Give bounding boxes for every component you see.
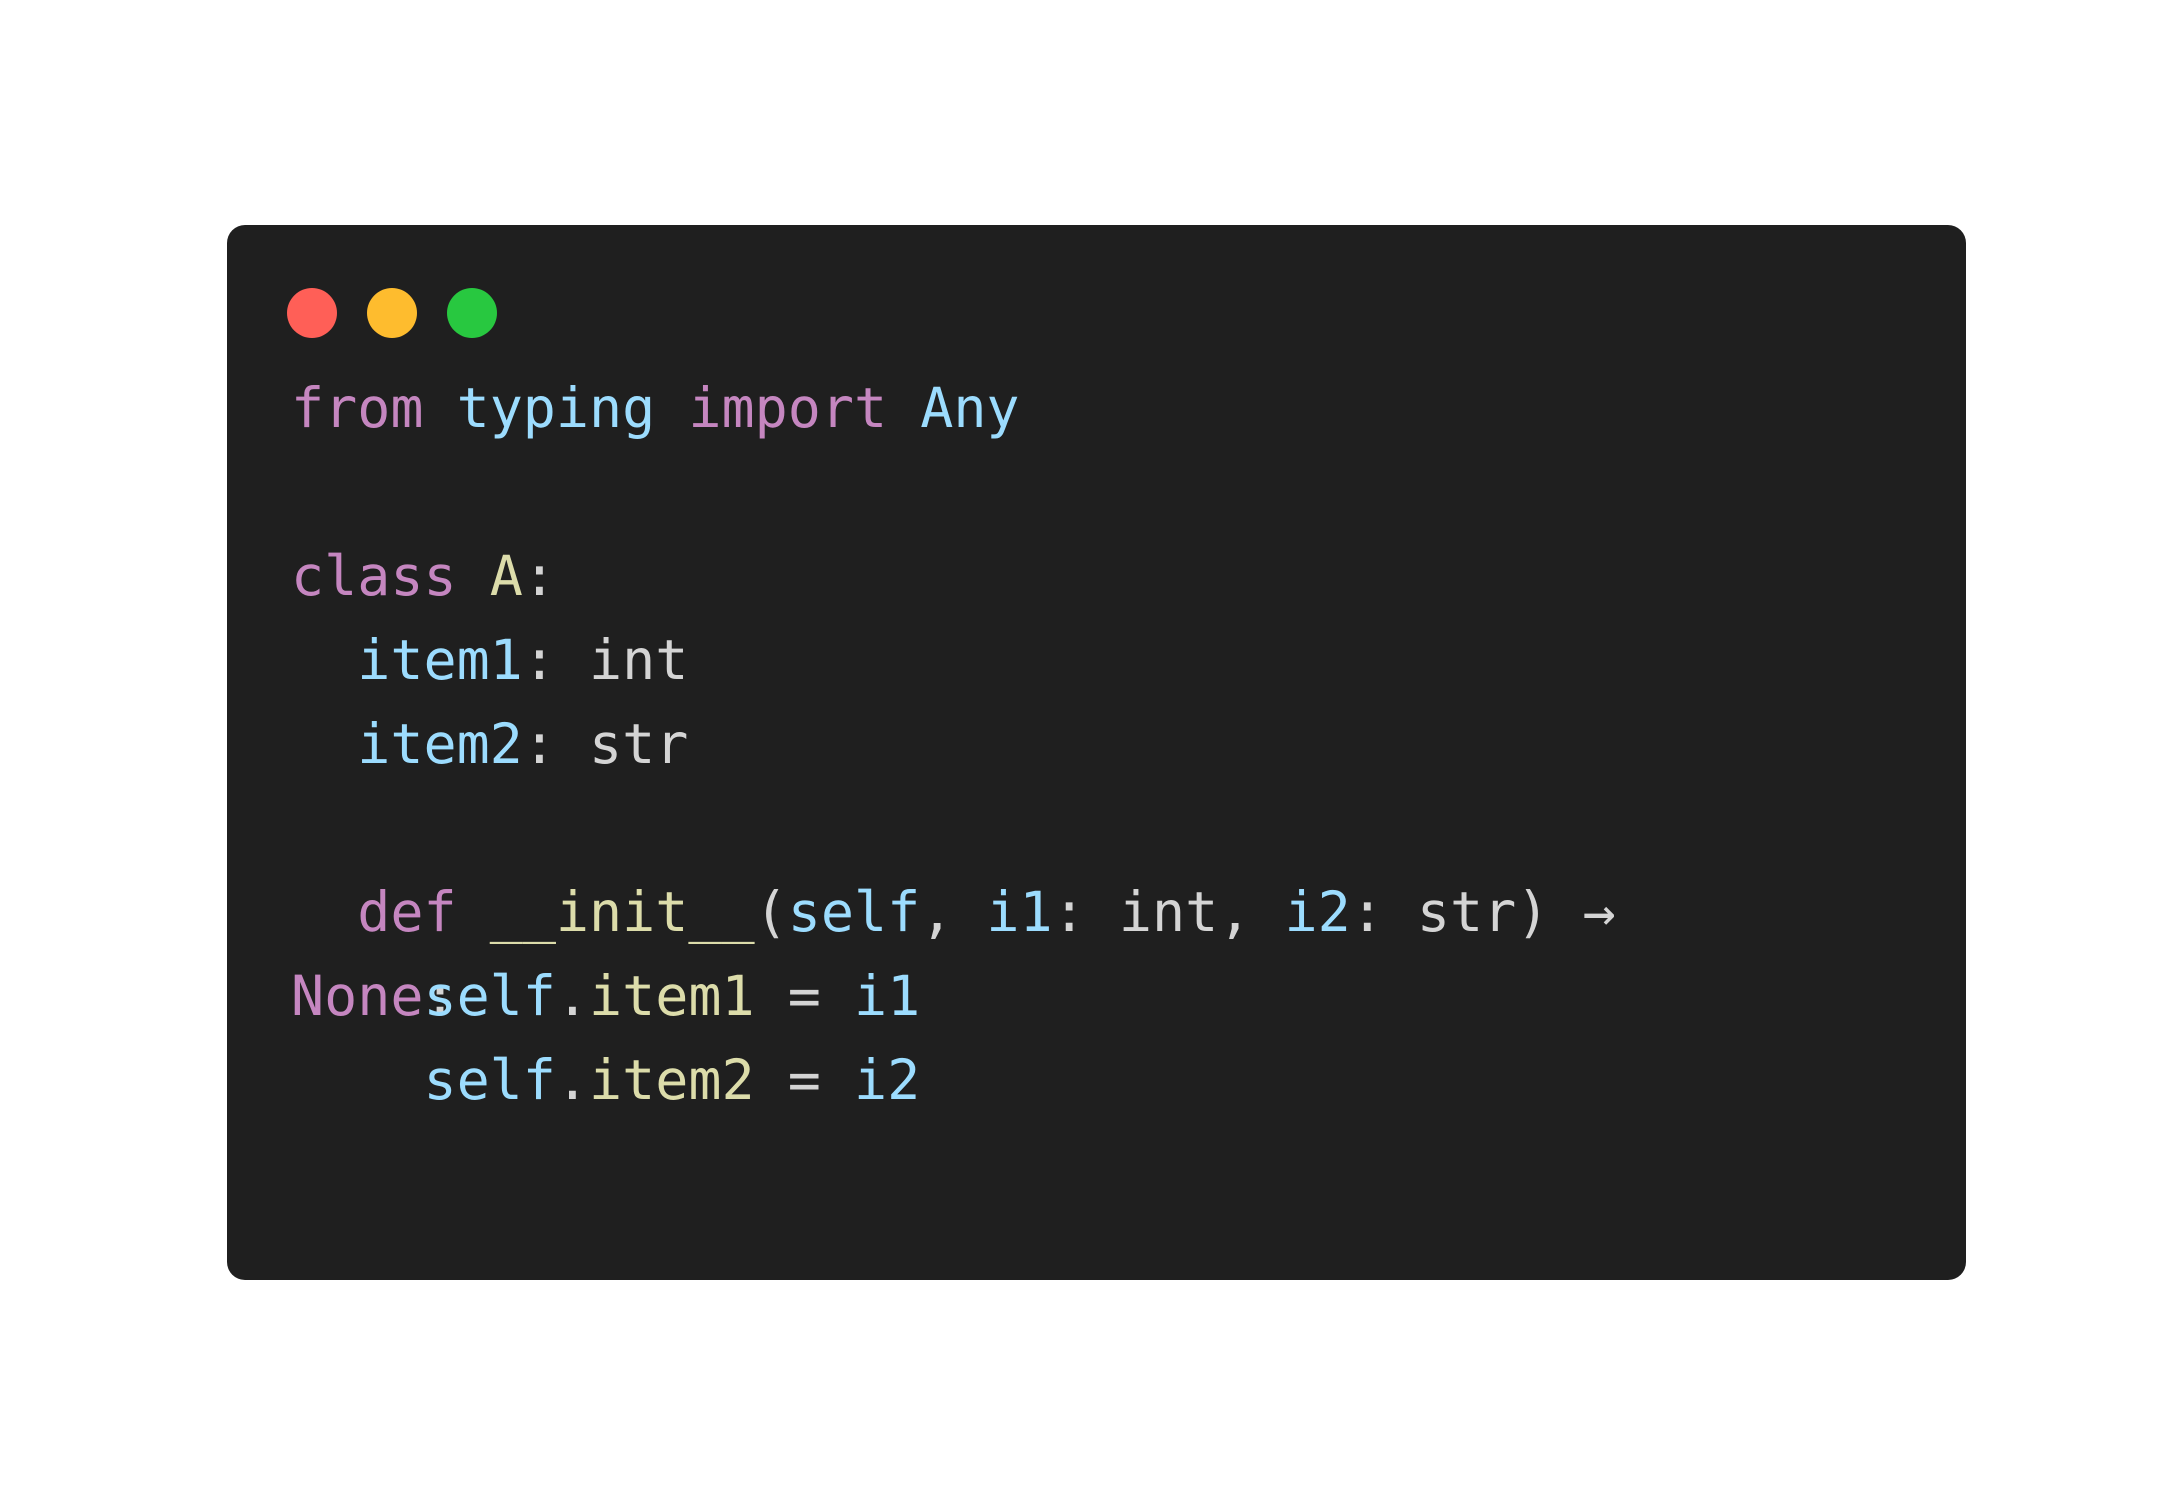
code-token: item2 (357, 712, 523, 776)
code-token: item2 (589, 1048, 755, 1112)
code-token: : int (522, 628, 689, 692)
code-token: Any (920, 376, 1020, 440)
code-window: from typing import Any class A: item1: in… (227, 225, 1966, 1280)
code-token: A (489, 544, 523, 608)
code-token: typing (456, 376, 656, 440)
overlay-token: = (754, 964, 854, 1028)
overlay-token: self (423, 964, 556, 1028)
code-token: i2 (853, 1048, 921, 1112)
code-token: : int, (1052, 880, 1285, 944)
code-token: __init__ (489, 880, 755, 944)
code-token: self (423, 1048, 556, 1112)
code-token: : (522, 544, 556, 608)
code-token: : str (522, 712, 689, 776)
overlay-token: . (555, 964, 590, 1028)
code-token: class (291, 544, 457, 608)
minimize-button[interactable] (367, 288, 417, 338)
code-token: self (787, 880, 921, 944)
code-token: : str) → (1350, 880, 1616, 944)
overlay-token (291, 964, 423, 1028)
code-token: , (920, 880, 987, 944)
code-token: = (754, 1048, 854, 1112)
overlay-token: i1 (853, 964, 921, 1028)
code-line: self.item2 = i2 (291, 1038, 920, 1122)
code-token: def (357, 880, 457, 944)
code-line: class A: (291, 534, 556, 618)
code-token: ( (754, 880, 788, 944)
code-token: i2 (1284, 880, 1351, 944)
code-line: item2: str (291, 702, 688, 786)
code-token: item1 (357, 628, 523, 692)
overlay-token: item1 (589, 964, 755, 1028)
code-line: item1: int (291, 618, 688, 702)
code-line: from typing import Any (291, 366, 1020, 450)
close-button[interactable] (287, 288, 337, 338)
code-line-overlay: self.item1 = i1 (291, 954, 920, 1038)
code-line: def __init__(self, i1: int, i2: str) → (291, 870, 1616, 954)
code-token: from (291, 376, 424, 440)
code-token: . (555, 1048, 590, 1112)
code-token: i1 (986, 880, 1053, 944)
code-token: import (688, 376, 888, 440)
zoom-button[interactable] (447, 288, 497, 338)
